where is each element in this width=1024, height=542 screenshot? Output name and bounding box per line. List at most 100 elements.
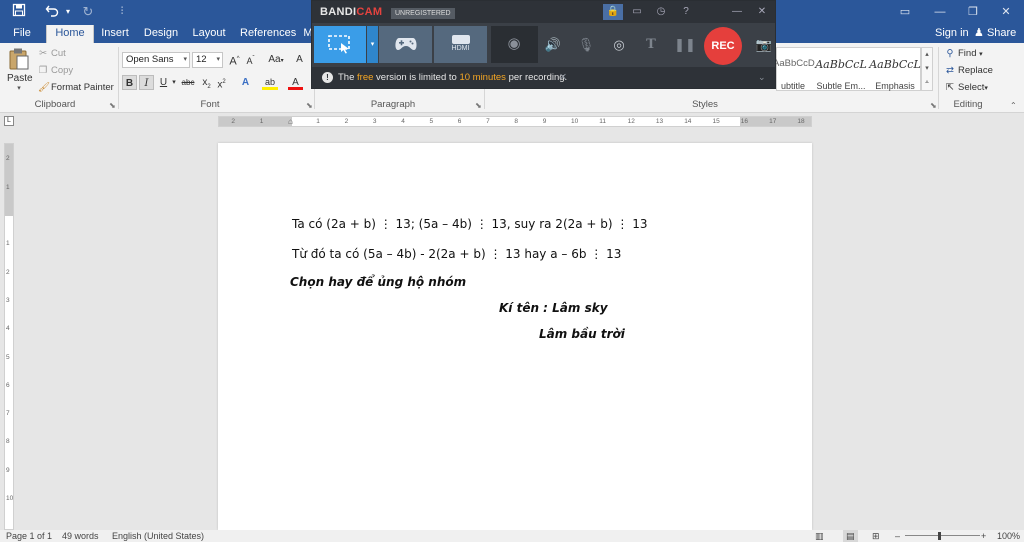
screen-mode-button[interactable] <box>314 26 366 63</box>
tab-references[interactable]: References <box>240 25 296 43</box>
horizontal-ruler[interactable]: 2 1 1 2 3 4 5 6 7 8 9 10 11 12 13 14 15 16 17 18 ⌂ <box>218 116 812 127</box>
zoom-level[interactable]: 100% <box>997 530 1020 542</box>
select-button[interactable]: ⇱ Select▾ <box>945 82 988 93</box>
ribbon-options-icon[interactable]: ▭ <box>895 3 915 21</box>
save-icon[interactable] <box>9 3 29 21</box>
shrink-font-button[interactable]: Aˇ <box>243 52 258 67</box>
more-styles-icon[interactable]: ⩡ <box>922 76 932 90</box>
font-color-button[interactable]: A <box>288 75 303 90</box>
cut-button[interactable]: ✂ Cut <box>38 48 66 59</box>
tab-selector[interactable]: L <box>4 116 14 126</box>
font-size-combo[interactable]: 12 ▾ <box>192 52 223 68</box>
chevron-down-icon[interactable]: ▾ <box>922 62 932 76</box>
chevron-up-icon[interactable]: ▴ <box>922 48 932 62</box>
replace-button[interactable]: ⇄ Replace <box>945 65 993 76</box>
ruler-tick-label: 15 <box>712 118 720 125</box>
screen-mode-dropdown[interactable]: ▾ <box>367 26 378 63</box>
find-label: Find <box>958 48 977 59</box>
grow-font-button[interactable]: A^ <box>227 52 242 68</box>
zoom-slider-thumb[interactable] <box>938 532 941 540</box>
document-line[interactable]: Ta có (2a + b) ⋮ 13; (5a – 4b) ⋮ 13, suy… <box>292 217 648 231</box>
close-notice-icon[interactable]: ✕ <box>559 67 567 88</box>
webcam-button[interactable]: ◉ <box>491 26 538 63</box>
notice-free: free <box>357 72 374 83</box>
clipboard-launcher-icon[interactable]: ⬊ <box>109 101 116 110</box>
text-effects-button[interactable]: A <box>238 75 253 90</box>
document-line[interactable]: Lâm bầu trời <box>539 327 625 341</box>
tab-file[interactable]: File <box>7 25 37 43</box>
indent-marker-icon[interactable]: ⌂ <box>288 117 293 126</box>
page-count[interactable]: Page 1 of 1 <box>6 530 52 542</box>
chevron-down-icon[interactable]: ⌄ <box>758 67 766 88</box>
strikethrough-button[interactable]: abc <box>180 75 196 90</box>
sign-in-link[interactable]: Sign in <box>935 25 969 43</box>
underline-button[interactable]: U <box>156 75 171 90</box>
styles-launcher-icon[interactable]: ⬊ <box>930 101 937 110</box>
vertical-ruler[interactable]: 2 1 1 2 3 4 5 6 7 8 9 10 <box>4 143 14 530</box>
clock-icon[interactable]: ◷ <box>651 4 671 20</box>
pause-icon[interactable]: ❚❚ <box>674 35 696 55</box>
cursor-effects-icon[interactable]: ◎ <box>608 35 630 55</box>
tab-insert[interactable]: Insert <box>98 25 132 43</box>
redo-icon[interactable]: ↻ <box>78 3 98 21</box>
font-launcher-icon[interactable]: ⬊ <box>306 101 313 110</box>
tab-layout[interactable]: Layout <box>189 25 229 43</box>
word-count[interactable]: 49 words <box>62 530 99 542</box>
tab-home[interactable]: Home <box>46 25 94 43</box>
lock-icon[interactable]: 🔒 <box>603 4 623 20</box>
read-mode-icon[interactable]: ▥ <box>815 530 824 542</box>
font-name-combo[interactable]: Open Sans ▾ <box>122 52 190 68</box>
superscript-button[interactable]: x2 <box>214 75 229 90</box>
document-page[interactable]: Ta có (2a + b) ⋮ 13; (5a – 4b) ⋮ 13, suy… <box>218 143 812 530</box>
close-icon[interactable]: ✕ <box>996 3 1016 21</box>
document-line[interactable]: Từ đó ta có (5a – 4b) - 2(2a + b) ⋮ 13 h… <box>292 247 621 261</box>
minimize-icon[interactable]: — <box>930 3 950 21</box>
italic-button[interactable]: I <box>139 75 154 90</box>
highlight-button[interactable]: ab <box>262 75 278 90</box>
hdmi-mode-button[interactable]: HDMI <box>434 26 487 63</box>
style-name-subtle-emphasis: Subtle Em... <box>816 81 866 91</box>
help-icon[interactable]: ? <box>676 4 696 20</box>
subscript-button[interactable]: x2 <box>199 75 214 90</box>
find-button[interactable]: ⚲ Find ▾ <box>945 48 983 59</box>
clear-formatting-button[interactable]: A <box>292 52 307 67</box>
text-overlay-icon[interactable]: T <box>640 35 662 55</box>
bold-button[interactable]: B <box>122 75 137 90</box>
collapse-ribbon-icon[interactable]: ⌃ <box>1010 101 1017 110</box>
vertical-ruler-tick-label: 1 <box>6 240 10 248</box>
tab-design[interactable]: Design <box>142 25 180 43</box>
change-case-button[interactable]: Aa▾ <box>265 52 287 67</box>
game-mode-button[interactable] <box>379 26 432 63</box>
customize-qat-icon[interactable]: ⫶ <box>112 3 132 21</box>
rec-button[interactable]: REC <box>704 27 742 65</box>
format-painter-button[interactable]: 🖌Format Painter <box>38 82 114 93</box>
styles-scroll[interactable]: ▴ ▾ ⩡ <box>921 47 933 91</box>
folder-icon[interactable]: ▭ <box>627 4 647 20</box>
minimize-icon[interactable]: — <box>727 4 747 20</box>
document-line[interactable]: Chọn hay để ủng hộ nhóm <box>290 275 466 289</box>
camera-icon[interactable]: 📷 <box>753 35 775 55</box>
web-layout-icon[interactable]: ⊞ <box>872 530 880 542</box>
microphone-icon[interactable]: 🎙 <box>575 35 597 55</box>
chevron-down-icon[interactable]: ▾ <box>170 75 178 90</box>
copy-button[interactable]: ❐ Copy <box>38 65 73 76</box>
ruler-tick-label: 9 <box>542 118 547 125</box>
notice-text[interactable]: The free version is limited to 10 minute… <box>338 67 567 88</box>
paragraph-group-label: Paragraph <box>370 99 416 110</box>
undo-dropdown-icon[interactable]: ▾ <box>58 3 78 21</box>
share-button[interactable]: ♟ Share <box>974 25 1016 43</box>
close-icon[interactable]: ✕ <box>752 4 772 20</box>
paragraph-launcher-icon[interactable]: ⬊ <box>475 101 482 110</box>
unregistered-badge[interactable]: UNREGISTERED <box>391 8 455 19</box>
styles-gallery[interactable]: AaBbCcD ubtitle AaBbCcL Subtle Em... AaB… <box>773 47 921 91</box>
print-layout-icon[interactable]: ▤ <box>843 530 858 542</box>
speaker-icon[interactable]: 🔊 <box>542 35 564 55</box>
zoom-slider-track[interactable] <box>905 535 980 536</box>
zoom-out-button[interactable]: – <box>895 530 900 542</box>
zoom-in-button[interactable]: + <box>981 530 986 542</box>
paste-label: Paste <box>7 73 33 84</box>
restore-icon[interactable]: ❐ <box>963 3 983 21</box>
language-indicator[interactable]: English (United States) <box>112 530 204 542</box>
paste-button[interactable]: Paste ▾ <box>7 47 33 92</box>
document-line[interactable]: Kí tên : Lâm sky <box>499 301 608 315</box>
